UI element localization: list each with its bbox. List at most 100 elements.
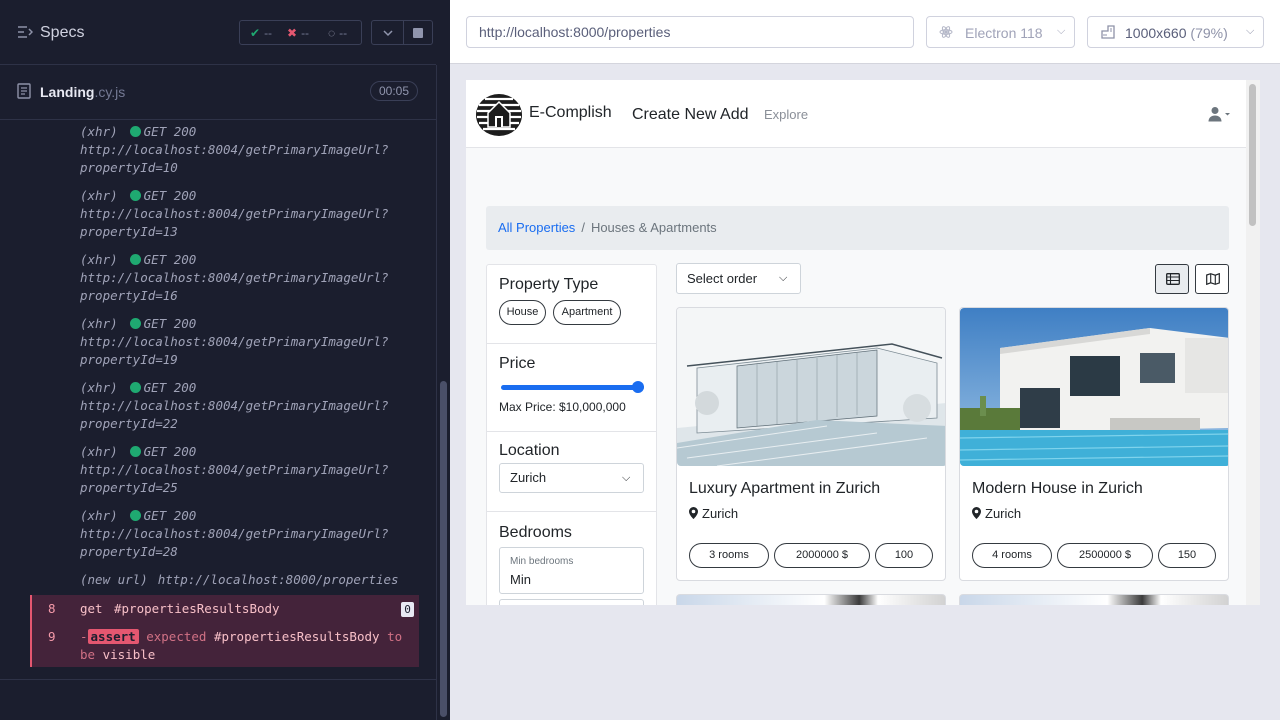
new-url-entry[interactable]: (new url) http://localhost:8000/propertie… [80, 571, 399, 589]
status-dot-icon [129, 382, 141, 393]
ruler-icon [1101, 25, 1115, 39]
status-dot-icon [129, 126, 141, 137]
spec-name[interactable]: Landing.cy.js [40, 84, 125, 100]
aut-toolbar: http://localhost:8000/properties Electro… [450, 0, 1280, 64]
filter-bedrooms: Bedrooms Min bedrooms Min [487, 513, 656, 605]
property-card[interactable]: Modern House in Zurich Zurich 4 rooms 25… [959, 307, 1229, 581]
log-entry[interactable]: (xhr) GET 200 http://localhost:8004/getPri… [80, 187, 420, 241]
property-image[interactable] [960, 308, 1229, 466]
test-stats: ✔ -- ✖ -- ◌ -- [239, 20, 362, 45]
map-view-button[interactable] [1195, 264, 1229, 294]
min-bedrooms-value: Min [510, 572, 531, 587]
list-view-button[interactable] [1155, 264, 1189, 294]
command-name: get [80, 601, 103, 616]
log-entry[interactable]: (xhr) GET 200 http://localhost:8004/getPri… [80, 251, 420, 305]
property-title[interactable]: Modern House in Zurich [972, 480, 1143, 498]
map-pin-icon [972, 507, 981, 519]
viewport-label: 1000x660 (79%) [1125, 25, 1228, 41]
spec-header: Landing.cy.js 00:05 [0, 66, 436, 120]
min-bedrooms-label: Min bedrooms [510, 556, 574, 567]
chevron-down-icon: ⌵ [1057, 25, 1066, 37]
specs-title[interactable]: Specs [40, 24, 84, 42]
price-slider-thumb[interactable] [632, 381, 644, 393]
command-number: 8 [48, 601, 56, 616]
command-get[interactable]: 8 get #propertiesResultsBody 0 [30, 595, 419, 623]
spec-duration: 00:05 [370, 81, 418, 101]
filter-price: Price Max Price: $10,000,000 [487, 345, 656, 432]
filter-panel: Property Type House Apartment Price Max … [486, 264, 657, 605]
max-price-label: Max Price: $10,000,000 [499, 400, 626, 414]
property-location: Zurich [972, 506, 1021, 521]
property-card[interactable]: Luxury Apartment in Zurich Zurich 3 room… [676, 307, 946, 581]
type-house-button[interactable]: House [499, 300, 546, 325]
browser-label: Electron 118 [965, 25, 1043, 41]
property-location: Zurich [689, 506, 738, 521]
rooms-badge: 4 rooms [972, 543, 1052, 568]
filter-location: Location Zurich ⌵ [487, 433, 656, 512]
table-icon [1166, 273, 1180, 285]
order-select[interactable]: Select order ⌵ [676, 263, 801, 294]
filter-title: Property Type [499, 276, 599, 293]
electron-icon [939, 26, 953, 38]
property-card-partial[interactable] [959, 594, 1229, 605]
app-scrollbar[interactable] [1246, 80, 1260, 605]
log-scrollbar-thumb[interactable] [440, 381, 447, 717]
chevron-down-icon: ⌵ [1246, 25, 1255, 37]
breadcrumb-all-properties[interactable]: All Properties [498, 220, 575, 235]
price-badge: 2500000 $ [1057, 543, 1153, 568]
filter-title: Bedrooms [499, 524, 572, 541]
chevron-down-icon: ⌵ [779, 272, 788, 284]
price-badge: 2000000 $ [774, 543, 870, 568]
log-entry[interactable]: (xhr) GET 200 http://localhost:8004/getPri… [80, 315, 420, 369]
status-dot-icon [129, 510, 141, 521]
stop-button[interactable] [403, 20, 433, 45]
user-menu-icon[interactable] [1208, 106, 1232, 122]
status-dot-icon [129, 318, 141, 329]
nav-create-new-add[interactable]: Create New Add [632, 106, 749, 124]
min-bedrooms-input[interactable]: Min bedrooms Min [499, 547, 644, 594]
app-frame: E-Complish Create New Add Explore All Pr… [466, 80, 1260, 605]
check-icon: ✔ [250, 26, 261, 40]
status-dot-icon [129, 254, 141, 265]
element-count-badge: 0 [401, 602, 414, 617]
specs-list-icon[interactable] [17, 24, 33, 40]
price-slider-track[interactable] [501, 385, 644, 390]
chevron-down-icon: ⌵ [622, 472, 631, 484]
status-dot-icon [129, 446, 141, 457]
log-entry[interactable]: (xhr) GET 200 http://localhost:8004/getPri… [80, 123, 420, 177]
log-entry[interactable]: (xhr) GET 200 http://localhost:8004/getPri… [80, 507, 420, 561]
property-title[interactable]: Luxury Apartment in Zurich [689, 480, 880, 498]
breadcrumb-current: Houses & Apartments [590, 220, 717, 235]
specs-bar: Specs ✔ -- ✖ -- ◌ -- [0, 0, 436, 65]
map-pin-icon [689, 507, 698, 519]
brand-name[interactable]: E-Complish [529, 104, 612, 122]
log-entry[interactable]: (xhr) GET 200 http://localhost:8004/getPri… [80, 443, 420, 497]
filter-property-type: Property Type House Apartment [487, 265, 656, 344]
url-bar[interactable]: http://localhost:8000/properties [466, 16, 914, 48]
file-icon [17, 83, 31, 99]
viewport-select[interactable]: 1000x660 (79%) ⌵ [1087, 16, 1264, 48]
log-scrollbar[interactable] [436, 65, 450, 720]
nav-explore[interactable]: Explore [764, 107, 808, 122]
spinner-icon: ◌ [328, 26, 336, 40]
passed-count: ✔ -- [250, 26, 273, 40]
command-assert[interactable]: 9 - assert expected #propertiesResultsBod… [30, 623, 419, 667]
failed-count: ✖ -- [287, 26, 310, 40]
app-navbar: E-Complish Create New Add Explore [466, 80, 1246, 148]
property-image[interactable] [677, 308, 946, 466]
size-badge: 150 [1158, 543, 1216, 568]
browser-select[interactable]: Electron 118 ⌵ [926, 16, 1075, 48]
auto-scroll-toggle[interactable] [371, 20, 404, 45]
max-bedrooms-input[interactable] [499, 599, 644, 605]
command-log: (xhr) GET 200 http://localhost:8004/getPri… [0, 121, 436, 681]
app-scrollbar-thumb[interactable] [1249, 84, 1256, 226]
property-card-partial[interactable] [676, 594, 946, 605]
x-icon: ✖ [287, 26, 298, 40]
breadcrumb: All Properties / Houses & Apartments [486, 206, 1229, 250]
log-entry[interactable]: (xhr) GET 200 http://localhost:8004/getPri… [80, 379, 420, 433]
map-icon [1206, 273, 1220, 285]
house-logo-icon[interactable] [475, 91, 523, 137]
breadcrumb-separator: / [581, 220, 585, 235]
type-apartment-button[interactable]: Apartment [553, 300, 621, 325]
location-select[interactable]: Zurich ⌵ [499, 463, 644, 493]
